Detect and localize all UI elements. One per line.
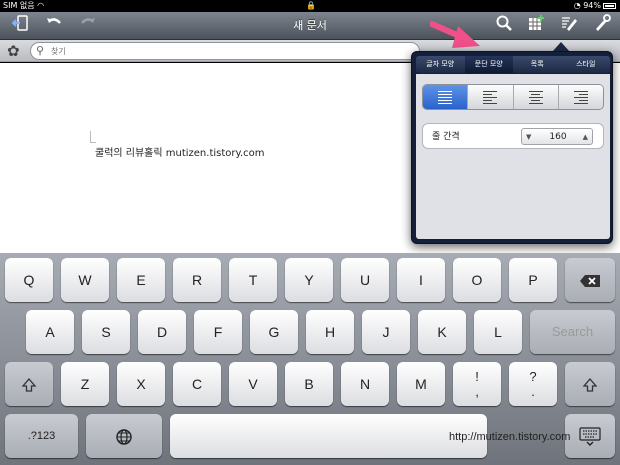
lock-icon: 🔒	[306, 1, 316, 10]
key-h[interactable]: H	[306, 310, 354, 354]
key-i[interactable]: I	[397, 258, 445, 302]
numbers-key[interactable]: .?123	[5, 414, 78, 458]
paragraph-format-popover: 글자 모양 문단 모양 목록 스타일 줄 간격 ▼ 160 ▲	[411, 51, 613, 244]
align-right-icon	[573, 89, 588, 106]
format-pen-icon[interactable]	[557, 14, 581, 38]
key-a[interactable]: A	[26, 310, 74, 354]
align-justify-button[interactable]	[423, 85, 469, 109]
key-z[interactable]: Z	[61, 362, 109, 406]
search-field[interactable]: ⚲	[30, 42, 420, 60]
shift-icon	[21, 378, 37, 392]
key-m[interactable]: M	[397, 362, 445, 406]
key-e[interactable]: E	[117, 258, 165, 302]
key-r[interactable]: R	[173, 258, 221, 302]
key-v[interactable]: V	[229, 362, 277, 406]
language-key[interactable]	[86, 414, 162, 458]
key-s[interactable]: S	[82, 310, 130, 354]
key-j[interactable]: J	[362, 310, 410, 354]
key-question-period[interactable]: ? .	[509, 362, 557, 406]
align-left-icon	[483, 89, 498, 106]
align-right-button[interactable]	[558, 85, 603, 109]
align-left-button[interactable]	[468, 85, 514, 109]
tab-style[interactable]: 스타일	[562, 56, 611, 73]
pink-arrow-icon	[430, 21, 480, 48]
key-p[interactable]: P	[509, 258, 557, 302]
key-t[interactable]: T	[229, 258, 277, 302]
key-f[interactable]: F	[194, 310, 242, 354]
shift-icon	[582, 378, 598, 392]
key-k[interactable]: K	[418, 310, 466, 354]
decrement-icon[interactable]: ▼	[526, 129, 531, 145]
key-x[interactable]: X	[117, 362, 165, 406]
tools-icon[interactable]	[590, 14, 614, 38]
text-cursor	[90, 131, 96, 143]
line-spacing-row: 줄 간격 ▼ 160 ▲	[422, 123, 604, 149]
status-bar: SIM 없음 ◠ 🔒 ◔ 94%	[0, 0, 620, 12]
toolbar: 새 문서	[0, 12, 620, 40]
tab-paragraph-style[interactable]: 문단 모양	[464, 56, 513, 73]
key-b[interactable]: B	[285, 362, 333, 406]
search-key[interactable]: Search	[530, 310, 615, 354]
key-g[interactable]: G	[250, 310, 298, 354]
status-battery: ◔ 94%	[574, 0, 616, 12]
key-q[interactable]: Q	[5, 258, 53, 302]
key-u[interactable]: U	[341, 258, 389, 302]
align-center-button[interactable]	[513, 85, 559, 109]
shift-key-left[interactable]	[5, 362, 53, 406]
popover-body: 줄 간격 ▼ 160 ▲	[416, 74, 610, 239]
key-c[interactable]: C	[173, 362, 221, 406]
search-icon[interactable]	[492, 14, 516, 38]
watermark-text: http://mutizen.tistory.com	[449, 431, 571, 443]
key-o[interactable]: O	[453, 258, 501, 302]
backspace-key[interactable]	[565, 258, 615, 302]
redo-icon[interactable]	[76, 14, 100, 38]
key-d[interactable]: D	[138, 310, 186, 354]
back-icon[interactable]	[8, 14, 32, 38]
globe-icon	[116, 429, 132, 445]
align-justify-icon	[438, 89, 453, 106]
key-w[interactable]: W	[61, 258, 109, 302]
search-input[interactable]	[51, 44, 411, 58]
undo-icon[interactable]	[42, 14, 66, 38]
line-spacing-value[interactable]: 160	[540, 129, 576, 145]
popover-tabs: 글자 모양 문단 모양 목록 스타일	[416, 56, 610, 73]
key-y[interactable]: Y	[285, 258, 333, 302]
document-text[interactable]: 쿨럭의 리뷰홀릭 mutizen.tistory.com	[95, 144, 265, 159]
tab-character-style[interactable]: 글자 모양	[416, 56, 465, 73]
increment-icon[interactable]: ▲	[583, 129, 588, 145]
key-exclamation-comma[interactable]: ! ,	[453, 362, 501, 406]
tab-list[interactable]: 목록	[513, 56, 562, 73]
gear-icon[interactable]: ✿	[7, 42, 20, 60]
status-carrier: SIM 없음 ◠	[3, 1, 45, 10]
key-n[interactable]: N	[341, 362, 389, 406]
shift-key-right[interactable]	[565, 362, 615, 406]
keyboard-dismiss-icon	[579, 427, 601, 447]
dismiss-keyboard-key[interactable]	[565, 414, 615, 458]
document-title: 새 문서	[293, 19, 327, 32]
battery-icon	[603, 2, 616, 9]
alignment-segmented-control	[422, 84, 604, 110]
align-center-icon	[528, 89, 543, 106]
insert-table-icon[interactable]	[524, 14, 548, 38]
key-l[interactable]: L	[474, 310, 522, 354]
line-spacing-label: 줄 간격	[432, 132, 460, 142]
backspace-icon	[580, 275, 600, 288]
line-spacing-stepper: ▼ 160 ▲	[521, 128, 593, 145]
search-icon: ⚲	[36, 44, 45, 57]
space-key[interactable]	[170, 414, 487, 458]
